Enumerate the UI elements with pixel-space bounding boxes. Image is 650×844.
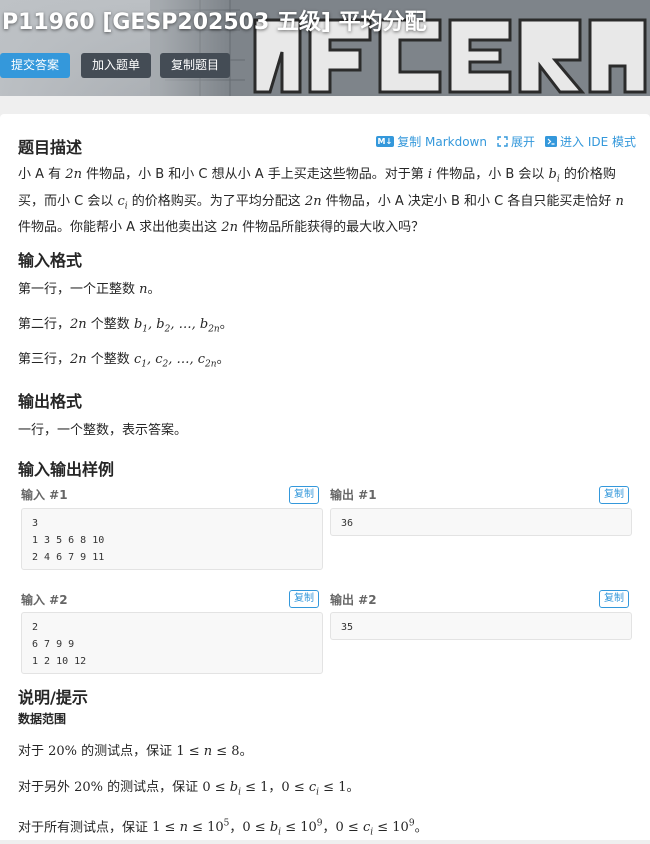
page-title: P11960 [GESP202503 五级] 平均分配: [2, 10, 427, 35]
input-format-line-3: 第三行，2n 个整数 c1, c2, …, c2n。: [18, 352, 230, 370]
sample-input-label-2: 输入 #2: [21, 593, 68, 607]
copy-sample-input-2-button[interactable]: 复制: [289, 590, 319, 608]
copy-sample-output-2-button[interactable]: 复制: [599, 590, 629, 608]
expand-button[interactable]: 展开: [497, 133, 535, 150]
expand-icon: [497, 136, 508, 147]
input-format-heading: 输入格式: [18, 251, 83, 270]
submit-answer-button[interactable]: 提交答案: [0, 53, 71, 78]
markdown-icon: M↓: [375, 136, 395, 147]
sample-input-1[interactable]: 3 1 3 5 6 8 10 2 4 6 7 9 11: [21, 508, 323, 570]
problem-banner: P11960 [GESP202503 五级] 平均分配 提交答案 加入题单 复制…: [0, 0, 650, 96]
sample-input-label-1: 输入 #1: [21, 488, 68, 502]
sample-output-label-1: 输出 #1: [330, 488, 377, 502]
copy-problem-button[interactable]: 复制题目: [160, 53, 231, 78]
description-text: 小 A 有 2n 件物品，小 B 和小 C 想从小 A 手上买走这些物品。对于第…: [18, 167, 624, 236]
expand-label: 展开: [510, 135, 535, 149]
sample-output-label-2: 输出 #2: [330, 593, 377, 607]
sample-output-1[interactable]: 36: [330, 508, 632, 536]
ide-mode-label: 进入 IDE 模式: [560, 135, 636, 149]
description-heading: 题目描述: [18, 138, 83, 157]
ide-mode-button[interactable]: 进入 IDE 模式: [545, 133, 636, 150]
hint-line-3: 对于所有测试点，保证 1 ≤ n ≤ 105，0 ≤ bi ≤ 109，0 ≤ …: [18, 819, 428, 838]
data-range-subheading: 数据范围: [18, 712, 67, 726]
input-format-line-1: 第一行，一个正整数 n。: [18, 282, 161, 297]
copy-markdown-label: 复制 Markdown: [397, 135, 487, 149]
input-format-line-2: 第二行，2n 个整数 b1, b2, …, b2n。: [18, 317, 233, 335]
problem-toolbar: M↓ 复制 Markdown 展开 进入 IDE 模式: [375, 133, 636, 150]
sample-output-2[interactable]: 35: [330, 612, 632, 640]
hint-line-1: 对于 20% 的测试点，保证 1 ≤ n ≤ 8。: [18, 744, 253, 759]
output-format-heading: 输出格式: [18, 392, 83, 411]
copy-sample-output-1-button[interactable]: 复制: [599, 486, 629, 504]
copy-sample-input-1-button[interactable]: 复制: [289, 486, 319, 504]
hint-heading: 说明/提示: [18, 688, 88, 707]
sample-input-2[interactable]: 2 6 7 9 9 1 2 10 12: [21, 612, 323, 674]
hint-line-2: 对于另外 20% 的测试点，保证 0 ≤ bi ≤ 1，0 ≤ ci ≤ 1。: [18, 780, 360, 798]
terminal-icon: [545, 136, 557, 147]
samples-heading: 输入输出样例: [18, 460, 115, 479]
copy-markdown-button[interactable]: M↓ 复制 Markdown: [375, 133, 487, 150]
add-to-list-button[interactable]: 加入题单: [81, 53, 152, 78]
output-format-text: 一行，一个整数，表示答案。: [18, 423, 188, 438]
